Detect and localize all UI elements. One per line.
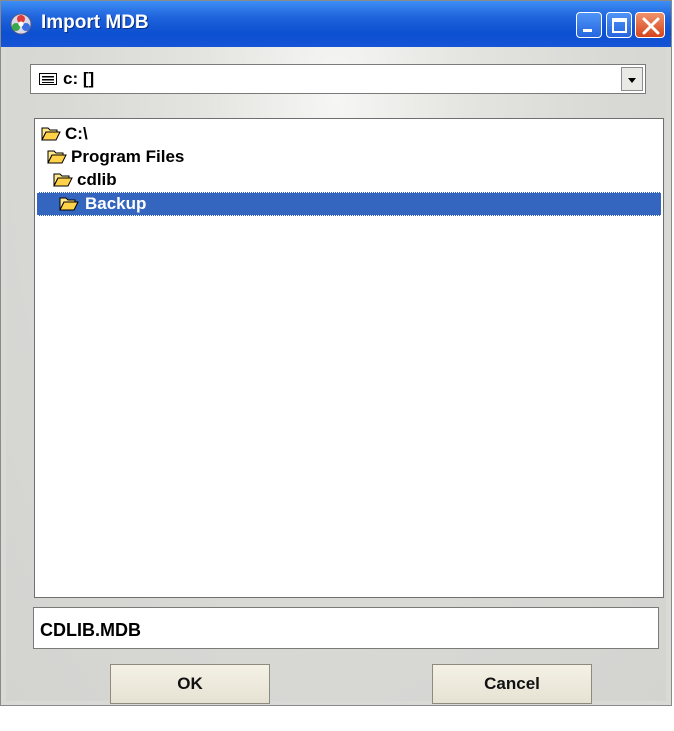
folder-label: Program Files bbox=[71, 147, 185, 166]
open-folder-icon bbox=[47, 150, 67, 164]
folder-item-backup[interactable]: Backup bbox=[37, 192, 661, 216]
close-button[interactable] bbox=[635, 12, 665, 38]
open-folder-icon bbox=[59, 197, 79, 211]
open-folder-icon bbox=[53, 173, 73, 187]
folder-item-program-files[interactable]: Program Files bbox=[47, 146, 247, 168]
file-name-field[interactable] bbox=[33, 607, 659, 649]
chevron-down-icon bbox=[628, 78, 636, 83]
folder-item-cdlib[interactable]: cdlib bbox=[53, 169, 193, 191]
dropdown-arrow-button[interactable] bbox=[621, 67, 643, 91]
title-bar[interactable]: Import MDB bbox=[1, 1, 671, 47]
drive-selector-value: c: [] bbox=[63, 69, 95, 88]
maximize-icon bbox=[612, 18, 627, 33]
dialog-body: c: [] C:\ Program Files cdlib Backup CDL… bbox=[6, 47, 666, 704]
maximize-button[interactable] bbox=[606, 12, 632, 38]
drive-selector[interactable]: c: [] bbox=[30, 64, 646, 94]
drive-icon bbox=[39, 73, 57, 85]
folder-label: cdlib bbox=[77, 170, 117, 189]
close-icon bbox=[642, 17, 660, 35]
window-title: Import MDB bbox=[41, 12, 149, 33]
ok-button[interactable]: OK bbox=[110, 664, 270, 704]
folder-tree-list[interactable]: C:\ Program Files cdlib Backup bbox=[34, 118, 664, 598]
import-mdb-dialog: Import MDB c: [] C:\ Program Files cdlib… bbox=[0, 0, 672, 706]
cancel-button[interactable]: Cancel bbox=[432, 664, 592, 704]
folder-label: C:\ bbox=[65, 124, 88, 143]
folder-label: Backup bbox=[85, 194, 147, 213]
minimize-button[interactable] bbox=[576, 12, 602, 38]
open-folder-icon bbox=[41, 127, 61, 141]
app-icon bbox=[10, 13, 32, 35]
folder-item-c-root[interactable]: C:\ bbox=[41, 123, 161, 145]
minimize-icon bbox=[583, 29, 592, 32]
